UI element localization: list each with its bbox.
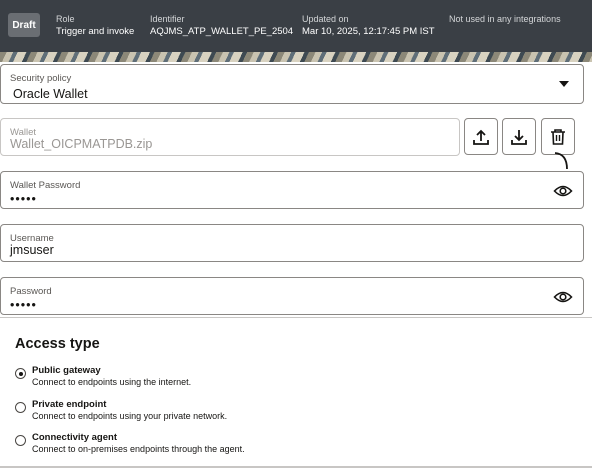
- connection-header: Draft Role Trigger and invoke Identifier…: [0, 0, 592, 52]
- upload-icon: [473, 129, 489, 145]
- caret-down-icon[interactable]: [559, 81, 569, 87]
- identifier-label: Identifier: [150, 14, 185, 24]
- wallet-password-value: •••••: [10, 192, 37, 206]
- username-value: jmsuser: [10, 243, 54, 257]
- updated-label: Updated on: [302, 14, 349, 24]
- access-option-title: Connectivity agent: [32, 432, 117, 443]
- access-option-desc: Connect to on-premises endpoints through…: [32, 444, 245, 454]
- password-field[interactable]: Password •••••: [0, 277, 584, 315]
- wallet-file-field: Wallet Wallet_OICPMATPDB.zip: [0, 118, 460, 156]
- delete-button[interactable]: [541, 118, 575, 155]
- security-policy-value: Oracle Wallet: [13, 87, 88, 101]
- updated-meta: Updated on Mar 10, 2025, 12:17:45 PM IST: [302, 13, 435, 39]
- security-policy-label: Security policy: [10, 73, 72, 84]
- radio-private-endpoint[interactable]: [15, 402, 26, 413]
- trash-icon: [551, 128, 565, 145]
- eye-icon[interactable]: [553, 288, 573, 306]
- usage-text: Not used in any integrations: [449, 14, 561, 24]
- access-type-title: Access type: [15, 336, 100, 352]
- role-value: Trigger and invoke: [56, 26, 135, 37]
- role-label: Role: [56, 14, 75, 24]
- access-option-title: Public gateway: [32, 365, 101, 376]
- eye-icon[interactable]: [553, 182, 573, 200]
- wallet-password-label: Wallet Password: [10, 180, 81, 191]
- password-value: •••••: [10, 298, 37, 312]
- download-icon: [511, 129, 527, 145]
- radio-public-gateway[interactable]: [15, 368, 26, 379]
- header-decorative-pattern: [0, 52, 592, 62]
- cursor-hint-arc: [554, 152, 568, 170]
- upload-button[interactable]: [464, 118, 498, 155]
- access-option-desc: Connect to endpoints using the internet.: [32, 377, 192, 387]
- password-label: Password: [10, 286, 52, 297]
- status-badge: Draft: [8, 13, 40, 37]
- wallet-value: Wallet_OICPMATPDB.zip: [10, 137, 153, 151]
- access-option-desc: Connect to endpoints using your private …: [32, 411, 228, 421]
- section-divider: [0, 317, 592, 318]
- username-field[interactable]: Username jmsuser: [0, 224, 584, 262]
- identifier-value: AQJMS_ATP_WALLET_PE_2504: [150, 26, 294, 37]
- access-option-title: Private endpoint: [32, 399, 107, 410]
- role-meta: Role Trigger and invoke: [56, 13, 134, 39]
- security-policy-select[interactable]: Security policy Oracle Wallet: [0, 64, 584, 104]
- updated-value: Mar 10, 2025, 12:17:45 PM IST: [302, 26, 435, 37]
- wallet-password-field[interactable]: Wallet Password •••••: [0, 171, 584, 209]
- download-button[interactable]: [502, 118, 536, 155]
- radio-connectivity-agent[interactable]: [15, 435, 26, 446]
- identifier-meta: Identifier AQJMS_ATP_WALLET_PE_2504: [150, 13, 293, 39]
